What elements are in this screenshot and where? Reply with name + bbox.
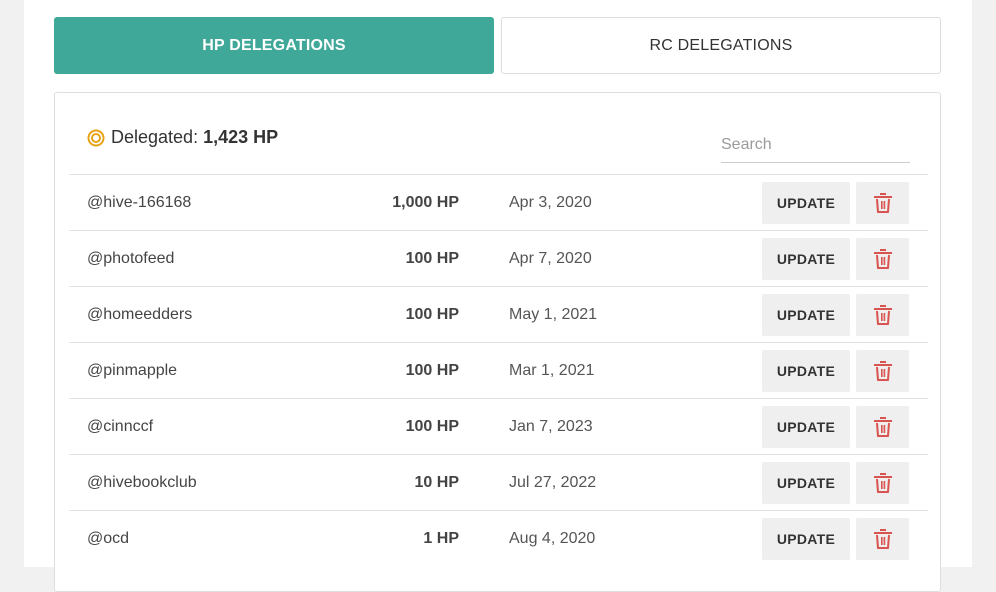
table-row: @ocd 1 HP Aug 4, 2020 UPDATE xyxy=(69,510,928,566)
trash-icon xyxy=(873,305,892,325)
delete-button[interactable] xyxy=(856,518,909,560)
search-input[interactable] xyxy=(721,127,910,163)
delegatee-username[interactable]: @hive-166168 xyxy=(87,175,191,230)
delete-button[interactable] xyxy=(856,350,909,392)
table-row: @pinmapple 100 HP Mar 1, 2021 UPDATE xyxy=(69,342,928,398)
tab-hp-delegations[interactable]: HP DELEGATIONS xyxy=(54,17,494,74)
delegated-amount: 100 HP xyxy=(405,362,459,379)
tab-rc-delegations[interactable]: RC DELEGATIONS xyxy=(501,17,941,74)
delegations-page: HP DELEGATIONS RC DELEGATIONS Delegated:… xyxy=(24,0,972,592)
trash-icon xyxy=(873,529,892,549)
delegatee-username[interactable]: @pinmapple xyxy=(87,343,177,398)
trash-icon xyxy=(873,417,892,437)
delegations-card: Delegated: 1,423 HP @hive-166168 1,000 H… xyxy=(54,92,941,592)
delete-button[interactable] xyxy=(856,406,909,448)
delegatee-username[interactable]: @hivebookclub xyxy=(87,455,197,510)
update-button[interactable]: UPDATE xyxy=(762,294,850,336)
trash-icon xyxy=(873,249,892,269)
delegatee-username[interactable]: @cinnccf xyxy=(87,399,153,454)
update-button[interactable]: UPDATE xyxy=(762,518,850,560)
trash-icon xyxy=(873,473,892,493)
delegations-list: @hive-166168 1,000 HP Apr 3, 2020 UPDATE… xyxy=(69,174,928,566)
delegated-amount: 1,000 HP xyxy=(392,194,459,211)
update-button[interactable]: UPDATE xyxy=(762,238,850,280)
table-row: @homeedders 100 HP May 1, 2021 UPDATE xyxy=(69,286,928,342)
table-row: @hivebookclub 10 HP Jul 27, 2022 UPDATE xyxy=(69,454,928,510)
delegatee-username[interactable]: @homeedders xyxy=(87,287,192,342)
table-row: @cinnccf 100 HP Jan 7, 2023 UPDATE xyxy=(69,398,928,454)
trash-icon xyxy=(873,193,892,213)
delete-button[interactable] xyxy=(856,182,909,224)
coin-icon xyxy=(87,129,105,146)
delegation-date: Jan 7, 2023 xyxy=(509,418,593,435)
table-row: @hive-166168 1,000 HP Apr 3, 2020 UPDATE xyxy=(69,174,928,230)
delegatee-username[interactable]: @photofeed xyxy=(87,231,174,286)
card-header: Delegated: 1,423 HP xyxy=(55,93,940,173)
update-button[interactable]: UPDATE xyxy=(762,462,850,504)
trash-icon xyxy=(873,361,892,381)
delegation-date: Apr 3, 2020 xyxy=(509,194,592,211)
delegation-date: Jul 27, 2022 xyxy=(509,474,597,491)
delegated-summary: Delegated: 1,423 HP xyxy=(87,127,278,148)
delegated-amount: 100 HP xyxy=(405,250,459,267)
update-button[interactable]: UPDATE xyxy=(762,182,850,224)
delegation-tabs: HP DELEGATIONS RC DELEGATIONS xyxy=(54,17,941,74)
delegation-date: May 1, 2021 xyxy=(509,306,598,323)
delegation-date: Mar 1, 2021 xyxy=(509,362,595,379)
table-row: @photofeed 100 HP Apr 7, 2020 UPDATE xyxy=(69,230,928,286)
delegated-amount: 10 HP xyxy=(414,474,459,491)
delete-button[interactable] xyxy=(856,462,909,504)
delegated-amount: 100 HP xyxy=(405,306,459,323)
delegatee-username[interactable]: @ocd xyxy=(87,511,129,566)
delegation-date: Aug 4, 2020 xyxy=(509,530,596,547)
delete-button[interactable] xyxy=(856,294,909,336)
delegated-label: Delegated: xyxy=(111,127,199,147)
delete-button[interactable] xyxy=(856,238,909,280)
update-button[interactable]: UPDATE xyxy=(762,406,850,448)
update-button[interactable]: UPDATE xyxy=(762,350,850,392)
delegated-amount: 1 HP xyxy=(423,530,459,547)
delegation-date: Apr 7, 2020 xyxy=(509,250,592,267)
delegated-total: 1,423 HP xyxy=(203,127,279,147)
delegated-amount: 100 HP xyxy=(405,418,459,435)
